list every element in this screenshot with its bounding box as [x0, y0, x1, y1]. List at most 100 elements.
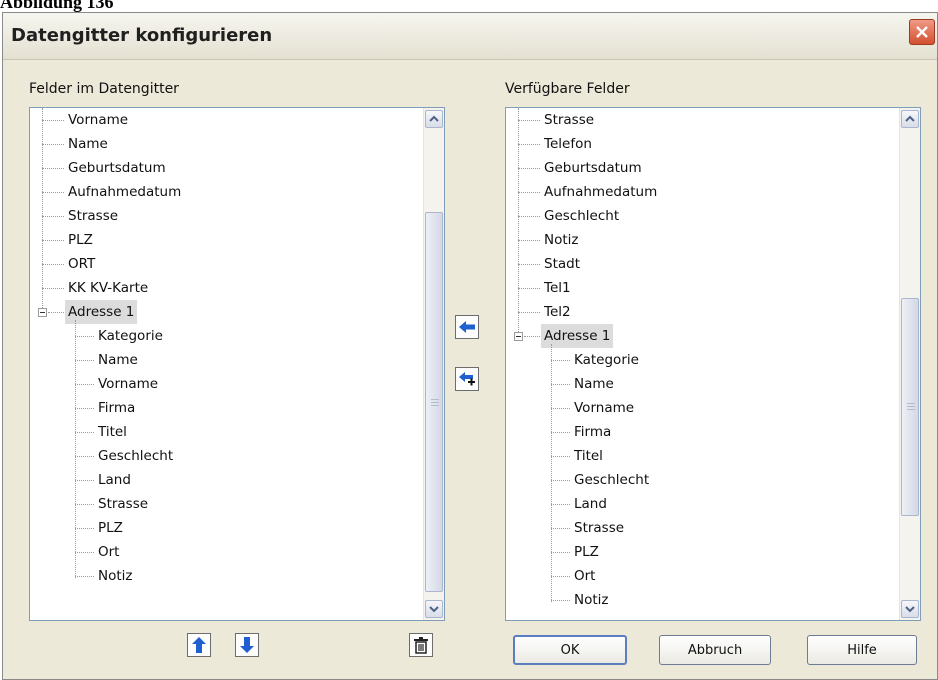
title-bar: Datengitter konfigurieren [3, 13, 937, 60]
tree-item[interactable]: Tel2 [506, 300, 886, 324]
chevron-down-icon [905, 606, 915, 613]
tree-child-item[interactable]: Kategorie [506, 348, 886, 372]
ok-button[interactable]: OK [513, 635, 627, 665]
collapse-icon[interactable] [38, 308, 47, 317]
tree-item[interactable]: Geburtsdatum [506, 156, 886, 180]
left-scroll-grip [431, 399, 439, 407]
tree-child-item[interactable]: Firma [506, 420, 886, 444]
cancel-button[interactable]: Abbruch [659, 635, 771, 665]
tree-item[interactable]: Strasse [30, 204, 410, 228]
tree-connector [551, 528, 570, 529]
left-scrollbar[interactable] [423, 108, 444, 620]
delete-field-button[interactable] [409, 633, 433, 657]
tree-connector [518, 312, 540, 313]
figure-caption: Abbildung 136 [0, 0, 114, 12]
tree-child-item[interactable]: Vorname [506, 396, 886, 420]
tree-child-item[interactable]: Strasse [506, 516, 886, 540]
tree-item-label: Titel [98, 424, 127, 440]
tree-child-item[interactable]: Firma [30, 396, 410, 420]
tree-item[interactable]: Stadt [506, 252, 886, 276]
tree-child-item[interactable]: Name [30, 348, 410, 372]
add-field-with-plus-button[interactable] [455, 367, 479, 391]
tree-connector [42, 120, 64, 121]
tree-child-item[interactable]: Name [506, 372, 886, 396]
tree-child-item[interactable]: Titel [30, 420, 410, 444]
tree-item-label: Kategorie [98, 328, 163, 344]
tree-item-label: Tel2 [544, 304, 571, 320]
tree-child-item[interactable]: Titel [506, 444, 886, 468]
tree-root-connector [518, 108, 519, 332]
tree-item[interactable]: Geburtsdatum [30, 156, 410, 180]
tree-connector [75, 360, 94, 361]
tree-child-item[interactable]: PLZ [506, 540, 886, 564]
move-down-button[interactable] [235, 633, 259, 657]
right-field-tree[interactable]: Strasse Telefon Geburtsdatum Aufnahmedatum G… [505, 107, 921, 621]
tree-item-label: Geschlecht [544, 208, 620, 224]
right-scroll-up-button[interactable] [901, 110, 919, 128]
close-button[interactable] [909, 19, 935, 45]
tree-item[interactable]: Vorname [30, 108, 410, 132]
tree-item[interactable]: PLZ [30, 228, 410, 252]
dialog-window: Datengitter konfigurieren Felder im Date… [2, 12, 938, 680]
tree-connector [75, 336, 94, 337]
tree-item-label: Strasse [98, 496, 149, 512]
tree-connector [75, 576, 94, 577]
tree-item-label: Tel1 [544, 280, 571, 296]
tree-child-item[interactable]: Notiz [30, 564, 410, 588]
tree-connector [518, 144, 540, 145]
collapse-icon[interactable] [514, 332, 523, 341]
tree-connector [75, 480, 94, 481]
tree-item-label: PLZ [98, 520, 123, 536]
tree-child-item[interactable]: Geschlecht [506, 468, 886, 492]
tree-item-label: Strasse [544, 112, 595, 128]
help-button[interactable]: Hilfe [807, 635, 917, 665]
tree-child-item[interactable]: Strasse [30, 492, 410, 516]
tree-connector [524, 336, 540, 337]
right-scroll-thumb[interactable] [901, 298, 919, 516]
tree-item-label: Aufnahmedatum [68, 184, 182, 200]
tree-connector [42, 144, 64, 145]
right-scroll-down-button[interactable] [901, 600, 919, 618]
tree-item[interactable]: Tel1 [506, 276, 886, 300]
tree-child-item[interactable]: Land [30, 468, 410, 492]
tree-connector [551, 408, 570, 409]
tree-child-item[interactable]: Notiz [506, 588, 886, 612]
tree-child-item[interactable]: Kategorie [30, 324, 410, 348]
tree-item[interactable]: Strasse [506, 108, 886, 132]
tree-child-item[interactable]: Ort [30, 540, 410, 564]
tree-connector [42, 240, 64, 241]
tree-connector [518, 264, 540, 265]
tree-item[interactable]: ORT [30, 252, 410, 276]
tree-child-item[interactable]: Ort [506, 564, 886, 588]
tree-item-label: Geschlecht [98, 448, 174, 464]
tree-item[interactable]: Aufnahmedatum [30, 180, 410, 204]
chevron-up-icon [429, 115, 439, 122]
tree-child-item[interactable]: PLZ [30, 516, 410, 540]
right-scrollbar[interactable] [899, 108, 920, 620]
tree-item[interactable]: Notiz [506, 228, 886, 252]
tree-child-item[interactable]: Vorname [30, 372, 410, 396]
tree-item[interactable]: Aufnahmedatum [506, 180, 886, 204]
tree-group-connector [75, 320, 76, 578]
trash-icon [414, 637, 428, 654]
tree-child-item[interactable]: Land [506, 492, 886, 516]
left-scroll-up-button[interactable] [425, 110, 443, 128]
tree-item[interactable]: Geschlecht [506, 204, 886, 228]
tree-item[interactable]: Name [30, 132, 410, 156]
add-field-button[interactable] [455, 315, 479, 339]
tree-item-label: PLZ [68, 232, 93, 248]
tree-child-item[interactable]: Geschlecht [30, 444, 410, 468]
tree-item-label: Notiz [574, 592, 609, 608]
left-scroll-down-button[interactable] [425, 600, 443, 618]
tree-item-label: Name [574, 376, 614, 392]
tree-connector [75, 432, 94, 433]
tree-item-label: Geburtsdatum [68, 160, 166, 176]
tree-group-node[interactable]: Adresse 1 [30, 300, 410, 324]
left-field-tree[interactable]: Vorname Name Geburtsdatum Aufnahmedatum Stra… [29, 107, 445, 621]
move-up-button[interactable] [187, 633, 211, 657]
tree-connector [518, 192, 540, 193]
tree-group-node[interactable]: Adresse 1 [506, 324, 886, 348]
tree-item[interactable]: Telefon [506, 132, 886, 156]
left-scroll-thumb[interactable] [425, 212, 443, 592]
tree-item[interactable]: KK KV-Karte [30, 276, 410, 300]
